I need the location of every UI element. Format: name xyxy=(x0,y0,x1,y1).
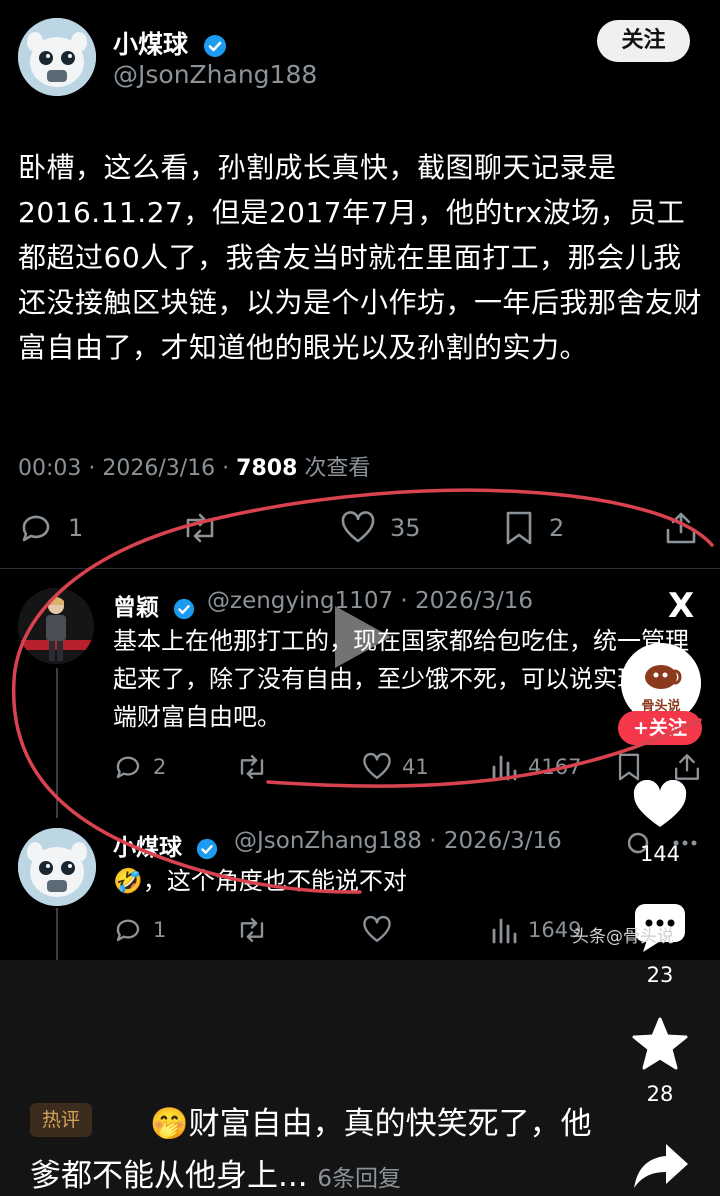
reply2-name-text: 小煤球 xyxy=(113,835,182,861)
x-logo-icon: X xyxy=(668,586,695,626)
reply2-text: 🤣，这个角度也不能说不对 xyxy=(113,867,407,895)
reply1-avatar[interactable] xyxy=(18,588,94,664)
reply2-reply-count: 1 xyxy=(153,918,167,942)
separator xyxy=(0,568,720,569)
tweet-time: 00:03 · 2026/3/16 · xyxy=(18,456,237,481)
view-suffix: 次查看 xyxy=(297,456,371,481)
follow-button[interactable]: 关注 xyxy=(597,20,690,62)
hot-comment-emoji: 🤭 xyxy=(150,1106,189,1142)
reply1-name-text: 曾颖 xyxy=(113,595,159,621)
reply2-like-action[interactable] xyxy=(362,915,392,945)
reply-action[interactable]: 1 xyxy=(18,510,83,546)
reply2-reply-action[interactable]: 1 xyxy=(113,915,166,945)
thread-line xyxy=(56,908,58,960)
hot-comment-text: 财富自由，真的快笑死了，他爹都不能从他身上... xyxy=(30,1106,592,1194)
comment-icon xyxy=(116,919,140,942)
heart-icon xyxy=(363,752,391,779)
bookmark-action[interactable]: 2 xyxy=(503,510,564,546)
favorite-star-icon[interactable] xyxy=(631,1016,689,1072)
main-tweet: 小煤球 @JsonZhang188 关注 卧槽，这么看，孙割成长真快，截图聊天记… xyxy=(0,0,720,570)
verified-badge-icon xyxy=(173,598,195,619)
reply1-like-count: 41 xyxy=(402,755,429,779)
cartoon-avatar-icon xyxy=(18,18,96,96)
verified-badge-icon xyxy=(203,35,226,57)
author-avatar[interactable] xyxy=(18,18,96,96)
reply1-views-action[interactable]: 4167 xyxy=(490,752,581,782)
repost-icon xyxy=(240,918,264,942)
share-icon xyxy=(666,512,696,544)
reply-count: 1 xyxy=(68,514,84,542)
reply2-views-action[interactable]: 1649 xyxy=(490,915,581,945)
like-heart-icon[interactable] xyxy=(632,780,688,830)
reply2-avatar[interactable] xyxy=(18,828,96,906)
bookmark-icon xyxy=(618,753,640,781)
view-count: 7808 xyxy=(236,456,298,481)
heart-icon xyxy=(341,511,375,543)
share-action[interactable] xyxy=(663,510,699,546)
reply1-reply-action[interactable]: 2 xyxy=(113,752,166,782)
brand-follow-button[interactable]: +关注 xyxy=(618,711,702,745)
reply2-repost-action[interactable] xyxy=(235,915,269,945)
speaker-avatar-icon xyxy=(18,588,94,664)
share-icon xyxy=(675,754,699,780)
cartoon-avatar-icon xyxy=(18,828,96,906)
repost-action[interactable] xyxy=(180,510,220,546)
reply1-text: 基本上在他那打工的，现在国家都给包吃住，统一管理起来了，除了没有自由，至少饿不死… xyxy=(113,627,689,731)
views-bar-icon xyxy=(492,918,517,944)
author-name[interactable]: 小煤球 xyxy=(113,25,227,61)
views-bar-icon xyxy=(492,755,517,781)
repost-icon xyxy=(240,755,264,779)
tweet-body: 卧槽，这么看，孙割成长真快，截图聊天记录是2016.11.27，但是2017年7… xyxy=(18,151,703,364)
bookmark-icon xyxy=(506,511,532,545)
hot-comment-tag: 热评 xyxy=(30,1103,92,1137)
reply1-bookmark-action[interactable] xyxy=(616,752,642,782)
hot-comment-replies[interactable]: 6条回复 xyxy=(317,1166,401,1192)
reply1-reply-count: 2 xyxy=(153,755,167,779)
reply1-share-action[interactable] xyxy=(672,752,702,782)
like-action[interactable]: 35 xyxy=(340,510,421,546)
favorite-count: 28 xyxy=(646,1082,674,1106)
comment-icon xyxy=(116,756,140,779)
thread-line xyxy=(56,668,58,818)
reply1-like-action[interactable]: 41 xyxy=(362,752,429,782)
tweet-meta: 00:03 · 2026/3/16 · 7808 次查看 xyxy=(18,450,370,482)
reply1-view-count: 4167 xyxy=(528,755,582,779)
like-count: 144 xyxy=(639,842,681,866)
hot-comment[interactable]: 🤭财富自由，真的快笑死了，他爹都不能从他身上... 6条回复 xyxy=(30,1098,620,1196)
forward-share-icon[interactable] xyxy=(632,1140,690,1190)
like-count: 35 xyxy=(390,514,421,542)
toutiao-watermark: 头条@骨头说 xyxy=(572,927,674,947)
play-icon[interactable] xyxy=(327,600,397,674)
author-handle[interactable]: @JsonZhang188 xyxy=(113,60,317,89)
reply1-author-name[interactable]: 曾颖 xyxy=(113,588,195,622)
bookmark-count: 2 xyxy=(549,514,565,542)
reply1-repost-action[interactable] xyxy=(235,752,269,782)
heart-icon xyxy=(363,915,391,942)
comment-icon xyxy=(22,515,50,542)
comment-count: 23 xyxy=(646,963,674,987)
repost-icon xyxy=(186,513,214,543)
author-name-text: 小煤球 xyxy=(113,30,189,59)
reply2-handle-time[interactable]: @JsonZhang188 · 2026/3/16 xyxy=(234,828,562,854)
reply2-author-name[interactable]: 小煤球 xyxy=(113,828,218,862)
verified-badge-icon xyxy=(196,838,218,859)
